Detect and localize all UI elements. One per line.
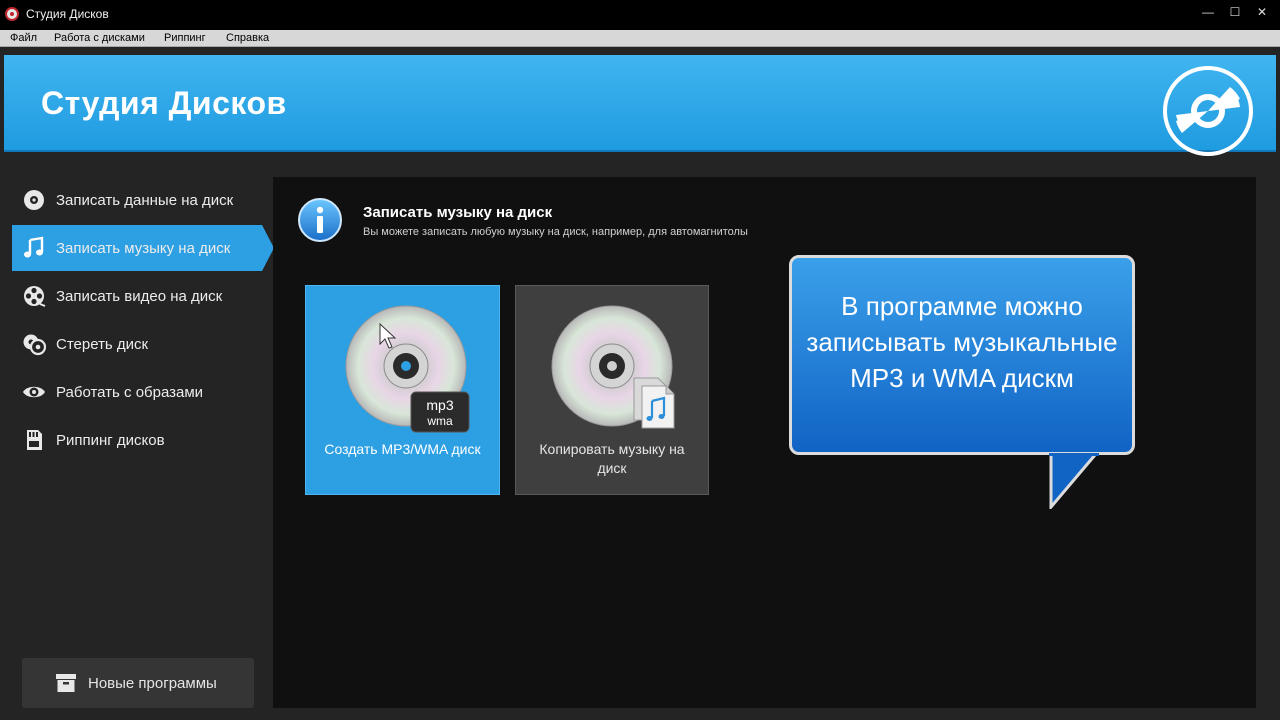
app-logo-icon bbox=[5, 7, 19, 21]
sidebar-item-burn-video[interactable]: Записать видео на диск bbox=[12, 273, 262, 319]
sidebar-item-label: Записать музыку на диск bbox=[56, 239, 231, 257]
sidebar-item-label: Работать с образами bbox=[56, 383, 204, 401]
menu-help[interactable]: Справка bbox=[226, 32, 269, 44]
sidebar-item-ripping[interactable]: Риппинг дисков bbox=[12, 417, 262, 463]
mp3-disc-icon: mp3 wma bbox=[345, 305, 470, 433]
close-button[interactable]: ✕ bbox=[1249, 2, 1275, 22]
sidebar-item-burn-data[interactable]: Записать данные на диск bbox=[12, 177, 262, 223]
badge-mp3-text: mp3 bbox=[426, 397, 453, 413]
sidebar-item-erase-disc[interactable]: Стереть диск bbox=[12, 321, 262, 367]
section-title: Записать музыку на диск bbox=[363, 204, 553, 221]
menu-bar: Файл Работа с дисками Риппинг Справка bbox=[0, 30, 1280, 47]
sd-card-icon bbox=[22, 428, 46, 452]
copy-music-tile[interactable]: Копировать музыку на диск bbox=[515, 285, 709, 495]
title-bar: Студия Дисков — ☐ ✕ bbox=[0, 0, 1280, 30]
callout-text: В программе можно записывать музыкальные… bbox=[806, 291, 1118, 393]
copy-music-disc-icon bbox=[551, 305, 675, 429]
sidebar-item-label: Записать видео на диск bbox=[56, 287, 223, 305]
sidebar-item-label: Записать данные на диск bbox=[56, 191, 234, 209]
eye-icon bbox=[22, 380, 46, 404]
disc-logo-icon bbox=[1163, 66, 1253, 156]
data-disc-icon bbox=[22, 188, 46, 212]
menu-disc-work[interactable]: Работа с дисками bbox=[54, 32, 145, 44]
maximize-button[interactable]: ☐ bbox=[1222, 2, 1248, 22]
info-icon bbox=[298, 198, 342, 242]
music-note-icon bbox=[22, 236, 46, 260]
sidebar-item-label: Стереть диск bbox=[56, 335, 149, 353]
copy-music-label: Копировать музыку на диск bbox=[539, 441, 685, 476]
main-panel: Записать музыку на диск Вы можете записа… bbox=[273, 177, 1256, 708]
header-banner: Студия Дисков bbox=[4, 55, 1276, 156]
app-window: Студия Дисков — ☐ ✕ Файл Работа с дискам… bbox=[0, 0, 1280, 720]
callout-tail bbox=[1049, 453, 1099, 509]
create-mp3-wma-tile[interactable]: mp3 wma Создать MP3/WMA диск bbox=[305, 285, 500, 495]
section-subtitle: Вы можете записать любую музыку на диск,… bbox=[363, 226, 748, 238]
window-title: Студия Дисков bbox=[26, 7, 109, 21]
new-programs-label: Новые программы bbox=[88, 674, 217, 692]
new-programs-button[interactable]: Новые программы bbox=[22, 658, 254, 708]
sidebar: Записать данные на диск Записать музыку … bbox=[0, 152, 274, 720]
sidebar-item-label: Риппинг дисков bbox=[56, 431, 165, 449]
sidebar-item-burn-music[interactable]: Записать музыку на диск bbox=[12, 225, 274, 271]
box-icon bbox=[54, 671, 78, 695]
film-reel-icon bbox=[22, 284, 46, 308]
create-mp3-wma-label: Создать MP3/WMA диск bbox=[324, 441, 481, 457]
sidebar-item-images[interactable]: Работать с образами bbox=[12, 369, 262, 415]
badge-wma-text: wma bbox=[426, 414, 453, 428]
erase-disc-icon bbox=[22, 332, 46, 356]
banner-title: Студия Дисков bbox=[41, 85, 287, 121]
minimize-button[interactable]: — bbox=[1195, 2, 1221, 22]
tutorial-callout: В программе можно записывать музыкальные… bbox=[789, 255, 1135, 455]
menu-ripping[interactable]: Риппинг bbox=[164, 32, 206, 44]
menu-file[interactable]: Файл bbox=[10, 32, 37, 44]
